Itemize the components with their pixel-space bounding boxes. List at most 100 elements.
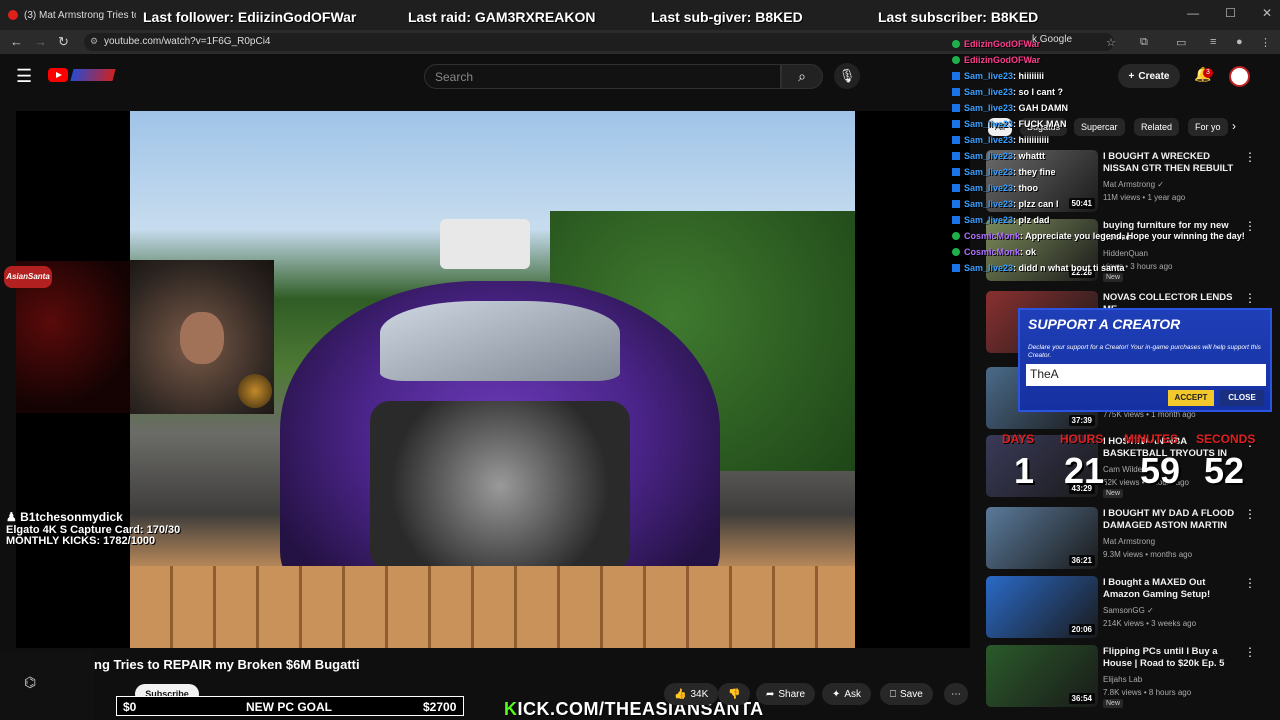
chat-message: Sam_live23: thoo: [952, 180, 1252, 196]
new-badge: New: [1103, 699, 1124, 708]
youtube-doodle-logo[interactable]: [70, 69, 116, 81]
chat-message: Sam_live23: hiiiiiiii: [952, 68, 1252, 84]
recommendation-duration: 36:21: [1068, 555, 1095, 566]
chat-platform-icon: [952, 72, 960, 80]
browser-menu-icon[interactable]: ⋮: [1260, 36, 1271, 49]
chat-text: : ok: [1020, 247, 1037, 257]
chat-message: Sam_live23: so I cant ?: [952, 84, 1252, 100]
video-truck: [440, 219, 530, 269]
url-text: youtube.com/watch?v=1F6G_R0pCi4: [104, 36, 271, 47]
hours-value: 21: [1064, 450, 1105, 491]
last-follower: Last follower: EdiizinGodOFWar: [143, 9, 357, 25]
recommendation-channel[interactable]: Mat Armstrong: [1103, 537, 1155, 546]
chat-username: Sam_live23: [964, 119, 1014, 129]
chat-username: Sam_live23: [964, 135, 1014, 145]
chat-platform-icon: [952, 184, 960, 192]
minutes-value: 59: [1140, 450, 1181, 491]
chat-platform-icon: [952, 152, 960, 160]
recommendation-thumbnail[interactable]: 20:06: [986, 576, 1098, 638]
save-button[interactable]: ⎕ Save: [880, 683, 933, 705]
recommendation-item[interactable]: 20:06 I Bought a MAXED Out Amazon Gaming …: [986, 576, 1256, 640]
chat-platform-icon: [952, 56, 960, 64]
pc-goal-bar: $0 NEW PC GOAL $2700: [116, 696, 464, 716]
chat-message: Sam_live23: GAH DAMN: [952, 100, 1252, 116]
chat-platform-icon: [952, 104, 960, 112]
chat-platform-icon: [952, 40, 960, 48]
more-actions-button[interactable]: ⋯: [944, 683, 968, 705]
recommendation-channel[interactable]: Elijahs Lab: [1103, 675, 1142, 684]
channel-icon[interactable]: ⌬: [24, 674, 44, 690]
recommendation-duration: 20:06: [1068, 624, 1095, 635]
support-description: Declare your support for a Creator! Your…: [1028, 344, 1261, 359]
chat-platform-icon: [952, 88, 960, 96]
streamer-face: [180, 312, 224, 364]
video-engine-bay: [370, 401, 630, 571]
ask-label: Ask: [844, 688, 862, 700]
recommendation-thumbnail[interactable]: 36:21: [986, 507, 1098, 569]
monthly-kicks: MONTHLY KICKS: 1782/1000: [6, 535, 156, 547]
chat-platform-icon: [952, 200, 960, 208]
chat-username: Sam_live23: [964, 215, 1014, 225]
stream-stats-overlay: ♟ B1tchesonmydick Elgato 4K S Capture Ca…: [6, 510, 180, 547]
chat-text: : GAH DAMN: [1013, 103, 1069, 113]
recommendation-channel[interactable]: SamsonGG ✓: [1103, 606, 1154, 615]
video-windshield: [380, 301, 620, 381]
video-player[interactable]: [16, 111, 970, 648]
more-vertical-icon[interactable]: ⋮: [1244, 645, 1256, 659]
accept-button[interactable]: ACCEPT: [1168, 390, 1214, 406]
recommendation-item[interactable]: 36:54 Flipping PCs until I Buy a House | …: [986, 645, 1256, 709]
stream-chat-overlay: EdiizinGodOFWar EdiizinGodOFWar Sam_live23…: [952, 36, 1252, 276]
hamburger-menu-icon[interactable]: ☰: [16, 66, 32, 87]
recommendation-item[interactable]: 36:21 I BOUGHT MY DAD A FLOOD DAMAGED AST…: [986, 507, 1256, 571]
share-button[interactable]: ➦ Share: [756, 683, 816, 705]
recommendation-meta: 7.8K views • 8 hours ago: [1103, 688, 1192, 697]
chat-platform-icon: [952, 120, 960, 128]
close-button[interactable]: CLOSE: [1220, 390, 1264, 406]
chat-username: CosmicMonk: [964, 247, 1021, 257]
recommendation-title[interactable]: I Bought a MAXED Out Amazon Gaming Setup…: [1103, 577, 1243, 601]
chat-text: : they fine: [1013, 167, 1056, 177]
last-sub-giver: Last sub-giver: B8KED: [651, 9, 803, 25]
like-button[interactable]: 👍 34K: [664, 683, 719, 705]
site-info-icon[interactable]: ⚙: [90, 36, 98, 47]
recommendation-thumbnail[interactable]: 36:54: [986, 645, 1098, 707]
ask-button[interactable]: ✦ Ask: [822, 683, 872, 705]
search-input[interactable]: Search: [424, 64, 781, 89]
recommendation-title[interactable]: I BOUGHT MY DAD A FLOOD DAMAGED ASTON MA…: [1103, 508, 1243, 532]
recommendation-meta: 214K views • 3 weeks ago: [1103, 619, 1197, 628]
chat-text: : FUCK MAN: [1013, 119, 1067, 129]
search-button[interactable]: ⌕: [781, 64, 823, 89]
forward-arrow-icon[interactable]: →: [34, 34, 47, 49]
more-vertical-icon[interactable]: ⋮: [1244, 507, 1256, 521]
streamer-name: ♟ B1tchesonmydick: [6, 510, 123, 524]
chat-text: : Appreciate you legend. Hope your winni…: [1020, 231, 1245, 241]
video-wrecked-bugatti: [280, 281, 720, 611]
chat-text: : hiiiiiiii: [1013, 71, 1045, 81]
youtube-logo-icon[interactable]: [48, 68, 68, 82]
dislike-button[interactable]: 👎: [718, 683, 751, 705]
chat-text: : didd n what bout ti santa: [1013, 263, 1125, 273]
video-trailer-deck: [130, 566, 855, 648]
chat-platform-icon: [952, 248, 960, 256]
voice-search-button[interactable]: 🎙: [834, 63, 860, 89]
chat-username: Sam_live23: [964, 183, 1014, 193]
thumbs-down-icon: 👎: [728, 688, 741, 700]
seconds-label: SECONDS: [1196, 432, 1256, 446]
support-a-creator-dialog: SUPPORT A CREATOR Declare your support f…: [1018, 308, 1272, 412]
countdown-overlay: DAYS HOURS MINUTES SECONDS 1 21 59 52: [1000, 432, 1270, 492]
chat-message: Sam_live23: they fine: [952, 164, 1252, 180]
chat-username: Sam_live23: [964, 71, 1014, 81]
chat-platform-icon: [952, 216, 960, 224]
recommendation-title[interactable]: Flipping PCs until I Buy a House | Road …: [1103, 646, 1243, 670]
chat-username: CosmicMonk: [964, 231, 1021, 241]
more-vertical-icon[interactable]: ⋮: [1244, 576, 1256, 590]
chat-text: : plzz can I: [1013, 199, 1059, 209]
chat-username: Sam_live23: [964, 151, 1014, 161]
chat-text: : hiiiiiiiiii: [1013, 135, 1050, 145]
back-arrow-icon[interactable]: ←: [10, 34, 23, 49]
reload-icon[interactable]: ↻: [58, 34, 69, 50]
chat-platform-icon: [952, 136, 960, 144]
more-vertical-icon[interactable]: ⋮: [1244, 291, 1256, 305]
creator-code-input[interactable]: TheA: [1026, 364, 1266, 386]
chat-message: EdiizinGodOFWar: [952, 36, 1252, 52]
